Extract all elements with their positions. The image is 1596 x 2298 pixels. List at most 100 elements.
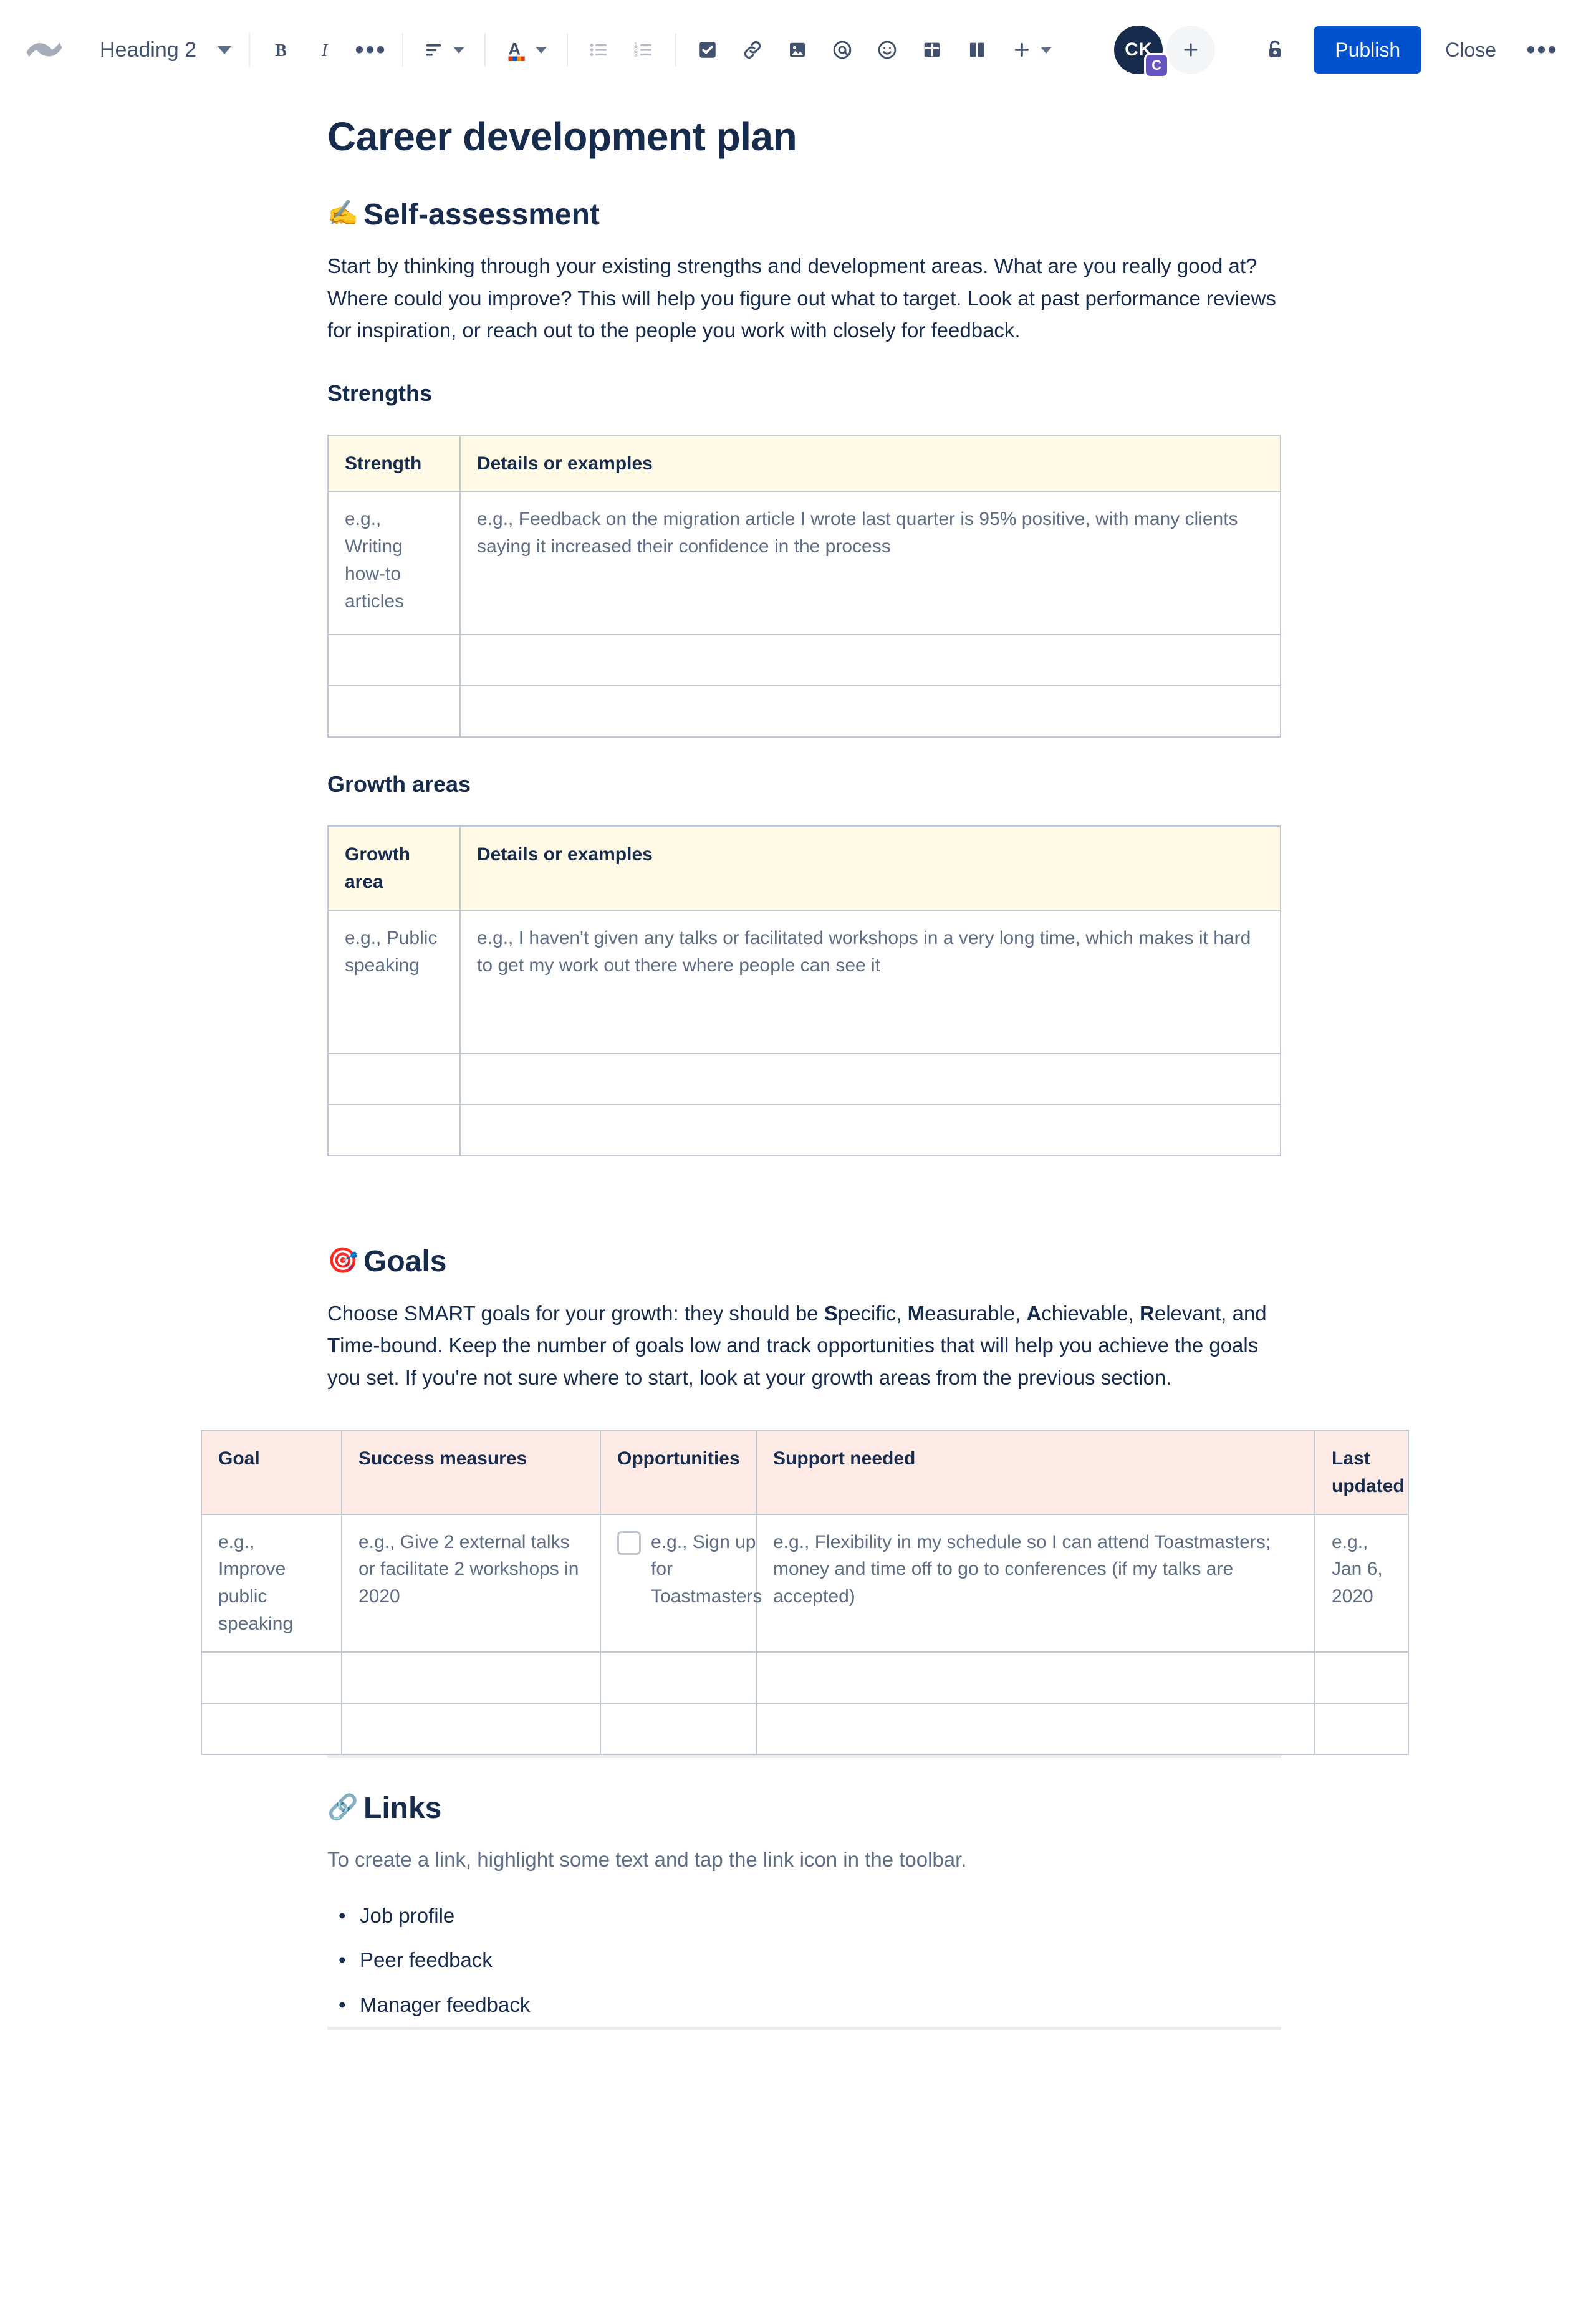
heading-strengths: Strengths	[327, 380, 433, 406]
page-overflow-menu-button[interactable]: •••	[1519, 26, 1566, 74]
goals-table-wrapper: Goal Success measures Opportunities Supp…	[201, 1393, 1409, 1755]
table-goals[interactable]: Goal Success measures Opportunities Supp…	[201, 1430, 1409, 1755]
text-style-select[interactable]: Heading 2	[86, 27, 240, 72]
heading-self-assessment: ✍️ Self-assessment	[327, 160, 1281, 233]
svg-text:B: B	[275, 41, 287, 60]
svg-text:A: A	[509, 40, 521, 59]
column-header-last-updated: Last updated	[1314, 1430, 1409, 1515]
toolbar-divider	[567, 33, 569, 67]
italic-button[interactable]: I	[304, 27, 349, 72]
insert-more-button[interactable]	[999, 27, 1063, 72]
table-row[interactable]: e.g., Public speaking e.g., I haven't gi…	[327, 910, 1281, 1055]
cell-success-measures[interactable]	[341, 1651, 601, 1704]
goals-intro-part2: Keep the number of goals low and track o…	[327, 1334, 1259, 1389]
cell-last-updated[interactable]: e.g., Jan 6, 2020	[1314, 1513, 1409, 1653]
add-person-button[interactable]	[1166, 26, 1216, 74]
heading-links: 🔗 Links	[327, 1758, 1281, 1827]
list-item[interactable]: Peer feedback	[339, 1938, 1281, 1983]
toolbar-divider	[249, 33, 251, 67]
numbered-list-button[interactable]: 1 2 3	[622, 27, 666, 72]
links-list: Job profile Peer feedback Manager feedba…	[327, 1876, 1281, 2027]
cell-last-updated[interactable]	[1314, 1702, 1409, 1755]
cell-details[interactable]	[459, 685, 1281, 738]
smart-a: A	[1026, 1301, 1042, 1325]
cell-support-needed[interactable]	[756, 1702, 1315, 1755]
table-row[interactable]: e.g., Improve public speaking e.g., Give…	[201, 1513, 1409, 1653]
cell-goal[interactable]	[201, 1651, 342, 1704]
table-header-row: Growth area Details or examples	[327, 825, 1281, 911]
opportunity-label: e.g., Sign up for Toastmasters	[651, 1531, 762, 1607]
cell-growth-area[interactable]	[327, 1104, 461, 1157]
table-icon[interactable]	[910, 27, 954, 72]
cell-opportunities[interactable]	[600, 1651, 757, 1704]
table-row[interactable]	[327, 634, 1281, 687]
task-list-button[interactable]	[685, 27, 730, 72]
more-formatting-button[interactable]: •••	[349, 27, 393, 72]
close-button[interactable]: Close	[1428, 26, 1514, 74]
list-item[interactable]: Job profile	[339, 1893, 1281, 1938]
table-row[interactable]	[327, 1104, 1281, 1157]
cell-last-updated[interactable]	[1314, 1651, 1409, 1704]
toolbar-divider	[484, 33, 486, 67]
cell-growth-area[interactable]: e.g., Public speaking	[327, 910, 461, 1055]
column-header-growth-area: Growth area	[327, 825, 461, 911]
column-header-success-measures: Success measures	[341, 1430, 601, 1515]
chevron-down-icon	[1041, 46, 1052, 54]
cell-goal[interactable]	[201, 1702, 342, 1755]
paragraph-goals-intro: Choose SMART goals for your growth: they…	[327, 1280, 1281, 1393]
bold-button[interactable]: B	[259, 27, 304, 72]
table-row[interactable]	[201, 1651, 1409, 1704]
text-align-button[interactable]	[412, 27, 476, 72]
page-title[interactable]: Career development plan	[327, 100, 1281, 160]
list-item[interactable]: Manager feedback	[339, 1983, 1281, 2027]
cell-strength[interactable]: e.g., Writing how-to articles	[327, 491, 461, 636]
cell-strength[interactable]	[327, 685, 461, 738]
table-row[interactable]	[327, 685, 1281, 738]
layout-columns-icon[interactable]	[954, 27, 999, 72]
opportunity-checkbox[interactable]	[617, 1531, 641, 1555]
link-icon[interactable]	[730, 27, 775, 72]
table-row[interactable]	[201, 1702, 1409, 1755]
publish-button[interactable]: Publish	[1314, 26, 1422, 74]
cell-goal[interactable]: e.g., Improve public speaking	[201, 1513, 342, 1653]
bullet-list-button[interactable]	[577, 27, 622, 72]
mention-at-icon[interactable]	[820, 27, 865, 72]
table-growth-areas[interactable]: Growth area Details or examples e.g., Pu…	[327, 825, 1281, 1157]
column-header-details: Details or examples	[459, 435, 1281, 493]
table-row[interactable]: e.g., Writing how-to articles e.g., Feed…	[327, 491, 1281, 636]
cell-details[interactable]: e.g., Feedback on the migration article …	[459, 491, 1281, 636]
cell-growth-area[interactable]	[327, 1053, 461, 1106]
column-header-strength: Strength	[327, 435, 461, 493]
svg-text:I: I	[321, 41, 329, 60]
cell-opportunities[interactable]	[600, 1702, 757, 1755]
cell-details[interactable]	[459, 1104, 1281, 1157]
cell-support-needed[interactable]: e.g., Flexibility in my schedule so I ca…	[756, 1513, 1315, 1653]
emoji-smiley-icon[interactable]	[865, 27, 910, 72]
cell-success-measures[interactable]: e.g., Give 2 external talks or facilitat…	[341, 1513, 601, 1653]
cell-details[interactable]	[459, 1053, 1281, 1106]
table-strengths[interactable]: Strength Details or examples e.g., Writi…	[327, 434, 1281, 738]
table-header-row: Goal Success measures Opportunities Supp…	[201, 1430, 1409, 1515]
column-header-goal: Goal	[201, 1430, 342, 1515]
avatar[interactable]: CK C	[1114, 26, 1170, 78]
cell-strength[interactable]	[327, 634, 461, 687]
toolbar-divider	[402, 33, 404, 67]
table-row[interactable]	[327, 1053, 1281, 1106]
heading-links-text: Links	[363, 1791, 442, 1825]
editor-toolbar: Heading 2 B I ••• A 1 2 3 CK C Publish C…	[0, 0, 1596, 100]
avatar-badge: C	[1144, 53, 1170, 78]
column-header-details: Details or examples	[459, 825, 1281, 911]
cell-success-measures[interactable]	[341, 1702, 601, 1755]
chevron-down-icon	[218, 46, 232, 54]
cell-details[interactable]: e.g., I haven't given any talks or facil…	[459, 910, 1281, 1055]
text-color-button[interactable]: A	[494, 27, 558, 72]
overflow-dots-icon: •••	[1526, 36, 1559, 64]
image-icon[interactable]	[775, 27, 820, 72]
heading-growth-areas: Growth areas	[327, 771, 471, 797]
cell-support-needed[interactable]	[756, 1651, 1315, 1704]
cell-opportunities[interactable]: e.g., Sign up for Toastmasters	[600, 1513, 762, 1653]
cell-details[interactable]	[459, 634, 1281, 687]
toolbar-group-insert	[685, 0, 1063, 100]
paragraph-self-assessment-intro: Start by thinking through your existing …	[327, 254, 1276, 342]
restrictions-unlock-icon[interactable]	[1251, 26, 1299, 74]
